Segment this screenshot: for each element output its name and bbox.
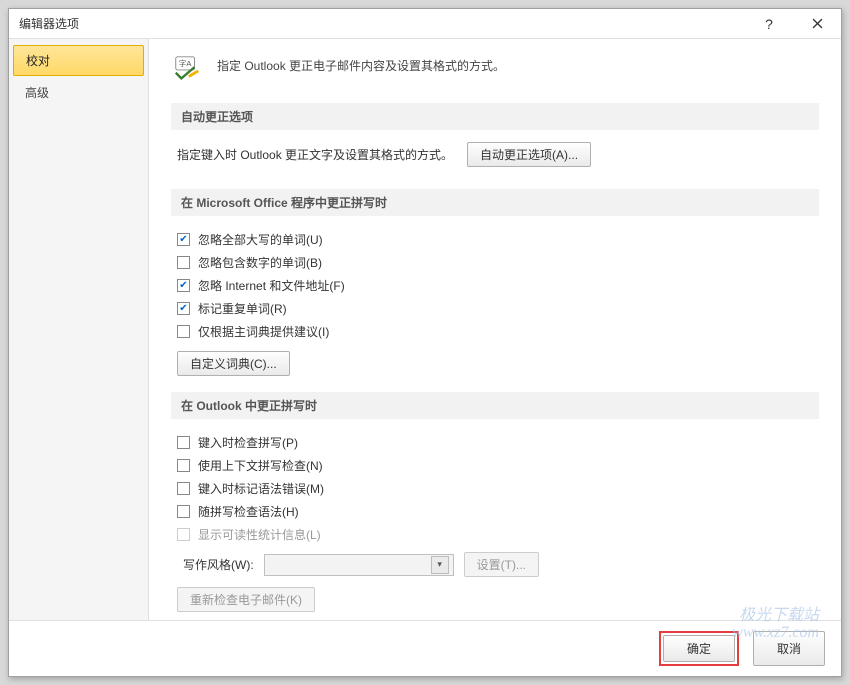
checkbox-label: 仅根据主词典提供建议(I)	[198, 323, 329, 340]
dialog-footer: 确定 取消	[9, 620, 841, 676]
section-outlook-spelling-header: 在 Outlook 中更正拼写时	[171, 392, 819, 419]
checkbox-label: 键入时检查拼写(P)	[198, 434, 298, 451]
check-check-spelling-as-type[interactable]: 键入时检查拼写(P)	[177, 431, 813, 454]
checkbox-label: 显示可读性统计信息(L)	[198, 526, 321, 543]
autocorrect-options-button[interactable]: 自动更正选项(A)...	[467, 142, 591, 167]
close-button[interactable]	[793, 9, 841, 39]
writing-style-settings-button: 设置(T)...	[464, 552, 539, 577]
sidebar: 校对 高级	[9, 39, 149, 620]
checkbox-label: 忽略包含数字的单词(B)	[198, 254, 322, 271]
svg-text:字A: 字A	[179, 58, 192, 68]
sidebar-item-proofing[interactable]: 校对	[13, 45, 144, 76]
check-contextual-spelling[interactable]: 使用上下文拼写检查(N)	[177, 454, 813, 477]
cancel-button[interactable]: 取消	[753, 631, 825, 666]
checkbox-icon	[177, 302, 190, 315]
writing-style-select[interactable]: ▾	[264, 554, 454, 576]
content-panel: 字A 指定 Outlook 更正电子邮件内容及设置其格式的方式。 自动更正选项 …	[149, 39, 841, 620]
chevron-down-icon: ▾	[431, 556, 449, 574]
checkbox-icon	[177, 505, 190, 518]
sidebar-item-advanced[interactable]: 高级	[13, 78, 144, 107]
checkbox-label: 忽略全部大写的单词(U)	[198, 231, 323, 248]
checkbox-icon	[177, 436, 190, 449]
checkbox-icon	[177, 482, 190, 495]
checkbox-label: 使用上下文拼写检查(N)	[198, 457, 323, 474]
section-office-spelling-header: 在 Microsoft Office 程序中更正拼写时	[171, 189, 819, 216]
dialog-body: 校对 高级 字A 指定 Outlook 更正电子邮件内容及设置其格式的方式。	[9, 39, 841, 620]
window-title: 编辑器选项	[19, 15, 745, 32]
check-ignore-uppercase[interactable]: 忽略全部大写的单词(U)	[177, 228, 813, 251]
writing-style-row: 写作风格(W): ▾ 设置(T)...	[177, 546, 813, 583]
checkbox-icon	[177, 528, 190, 541]
ok-button[interactable]: 确定	[663, 635, 735, 662]
editor-options-dialog: 编辑器选项 ? 校对 高级 字A	[8, 8, 842, 677]
checkbox-icon	[177, 256, 190, 269]
close-icon	[812, 18, 823, 29]
office-spelling-checklist: 忽略全部大写的单词(U) 忽略包含数字的单词(B) 忽略 Internet 和文…	[171, 228, 819, 384]
checkbox-label: 键入时标记语法错误(M)	[198, 480, 324, 497]
ok-button-highlight: 确定	[659, 631, 739, 666]
header-description: 指定 Outlook 更正电子邮件内容及设置其格式的方式。	[217, 53, 505, 74]
help-button[interactable]: ?	[745, 9, 793, 39]
custom-dictionaries-button[interactable]: 自定义词典(C)...	[177, 351, 290, 376]
checkbox-label: 标记重复单词(R)	[198, 300, 287, 317]
check-mark-grammar-as-type[interactable]: 键入时标记语法错误(M)	[177, 477, 813, 500]
checkbox-label: 随拼写检查语法(H)	[198, 503, 299, 520]
checkbox-icon	[177, 459, 190, 472]
header-row: 字A 指定 Outlook 更正电子邮件内容及设置其格式的方式。	[171, 53, 819, 85]
outlook-spelling-checklist: 键入时检查拼写(P) 使用上下文拼写检查(N) 键入时标记语法错误(M) 随拼写…	[171, 431, 819, 620]
titlebar: 编辑器选项 ?	[9, 9, 841, 39]
check-ignore-numbers[interactable]: 忽略包含数字的单词(B)	[177, 251, 813, 274]
writing-style-label: 写作风格(W):	[183, 556, 254, 573]
check-flag-repeat[interactable]: 标记重复单词(R)	[177, 297, 813, 320]
checkbox-icon	[177, 325, 190, 338]
sidebar-item-label: 校对	[26, 54, 50, 68]
recheck-email-button: 重新检查电子邮件(K)	[177, 587, 315, 612]
checkbox-label: 忽略 Internet 和文件地址(F)	[198, 277, 345, 294]
autocorrect-row: 指定键入时 Outlook 更正文字及设置其格式的方式。 自动更正选项(A)..…	[171, 142, 819, 181]
sidebar-item-label: 高级	[25, 86, 49, 100]
proofing-icon: 字A	[171, 53, 203, 85]
checkbox-icon	[177, 233, 190, 246]
autocorrect-text: 指定键入时 Outlook 更正文字及设置其格式的方式。	[177, 146, 453, 163]
check-main-dict-only[interactable]: 仅根据主词典提供建议(I)	[177, 320, 813, 343]
section-autocorrect-header: 自动更正选项	[171, 103, 819, 130]
checkbox-icon	[177, 279, 190, 292]
check-grammar-with-spelling[interactable]: 随拼写检查语法(H)	[177, 500, 813, 523]
check-ignore-internet[interactable]: 忽略 Internet 和文件地址(F)	[177, 274, 813, 297]
check-readability-stats: 显示可读性统计信息(L)	[177, 523, 813, 546]
